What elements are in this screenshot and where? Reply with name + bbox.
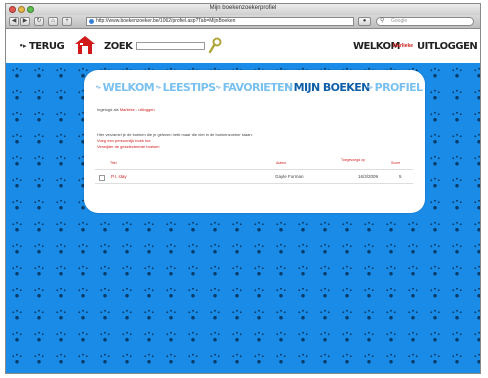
tab-arrow-icon: •▸ (286, 84, 292, 91)
back-arrow-icon: •▸ (19, 42, 27, 50)
logout-inline-link[interactable]: uitloggen (138, 107, 154, 112)
row-divider (95, 183, 413, 184)
logout-link[interactable]: UITLOGGEN (417, 41, 478, 52)
book-added-date: 16/3/2009 (358, 174, 379, 179)
logged-in-prefix: Ingelogd als (97, 107, 119, 112)
table-divider (95, 169, 413, 170)
tab-welkom[interactable]: •▸ WELKOM (95, 81, 155, 94)
tab-label: FAVORIETEN (222, 81, 294, 94)
tab-label: PROFIEL (374, 81, 423, 94)
tab-mijn-boeken[interactable]: •▸ MIJN BOEKEN (286, 81, 370, 94)
row-checkbox[interactable] (99, 175, 105, 181)
remove-books-link[interactable]: Verwijder de geselecteerde boeken (97, 144, 160, 149)
user-name[interactable]: Marlieke (393, 43, 413, 49)
tab-label: LEESTIPS (162, 81, 216, 94)
column-header-author: Auteur (276, 161, 287, 165)
window-title: Mijn boekenzoekerprofiel (209, 5, 277, 11)
reload-icon[interactable]: ↻ (34, 17, 44, 26)
home-house-icon[interactable] (74, 35, 96, 55)
tab-arrow-icon: •▸ (95, 84, 101, 91)
book-score: 5 (399, 174, 402, 179)
search-placeholder: Google (391, 18, 408, 24)
book-author: Gayle Forman (275, 174, 304, 179)
tab-label: MIJN BOEKEN (293, 81, 371, 94)
tab-label: WELKOM (102, 81, 155, 94)
forward-arrow-icon[interactable]: ▶ (20, 17, 30, 26)
logged-in-user[interactable]: Marlieke (120, 107, 135, 112)
url-text: http://www.boekenzoeker.be/1062/profiel.… (96, 18, 236, 24)
browser-search-input[interactable]: ⚲ Google (376, 17, 474, 26)
add-bookmark-icon[interactable]: + (62, 17, 72, 26)
tab-arrow-icon: •▸ (215, 84, 221, 91)
rss-icon[interactable]: ● (358, 17, 371, 26)
site-header: •▸ TERUG ZOEK WELKOM Marlieke UITLOGGEN (6, 29, 480, 63)
search-icon: ⚲ (380, 18, 385, 24)
column-header-title: Titel (110, 161, 117, 165)
search-submit-icon[interactable] (208, 37, 222, 55)
tab-leestips[interactable]: •▸ LEESTIPS (155, 81, 216, 94)
login-status: Ingelogd als Marlieke - uitloggen (97, 107, 155, 112)
tab-arrow-icon: •▸ (155, 84, 161, 91)
tab-arrow-icon: •▸ (367, 84, 373, 91)
back-arrow-icon[interactable]: ◀ (9, 17, 19, 26)
title-bar: Mijn boekenzoekerprofiel (6, 4, 480, 15)
home-icon[interactable]: ⌂ (48, 17, 58, 26)
profile-card: •▸ WELKOM •▸ LEESTIPS •▸ FAVORIETEN •▸ MIJN … (84, 70, 425, 213)
intro-text: Hier verzamel je de boeken die je geleze… (97, 132, 253, 137)
add-book-link[interactable]: Voeg een persoonlijk boek toe (97, 138, 151, 143)
browser-window: Mijn boekenzoekerprofiel ◀ ▶ ↻ ⌂ + http:… (5, 3, 481, 374)
search-label: ZOEK (104, 41, 133, 52)
back-link[interactable]: •▸ TERUG (19, 41, 65, 52)
tab-favorieten[interactable]: •▸ FAVORIETEN (215, 81, 293, 94)
column-header-score: Score (391, 161, 401, 165)
browser-toolbar: ◀ ▶ ↻ ⌂ + http://www.boekenzoeker.be/106… (6, 15, 480, 29)
column-header-added: Toegevoegd op (341, 158, 365, 162)
site-search-input[interactable] (136, 42, 205, 50)
globe-icon (89, 19, 94, 24)
address-bar[interactable]: http://www.boekenzoeker.be/1062/profiel.… (86, 17, 354, 26)
back-label: TERUG (28, 41, 65, 52)
tab-profiel[interactable]: •▸ PROFIEL (367, 81, 423, 94)
book-title-link[interactable]: P.I. stay (111, 174, 127, 179)
